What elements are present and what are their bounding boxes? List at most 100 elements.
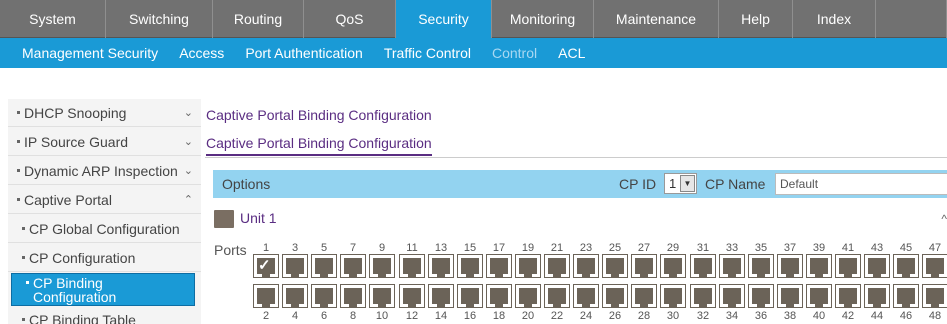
- ethernet-port-icon: [810, 288, 828, 308]
- port-34[interactable]: [719, 284, 745, 308]
- sidebar-item-cp-binding-configuration[interactable]: CP Binding Configuration: [11, 273, 195, 306]
- sidebar-item-dynamic-arp-inspection[interactable]: Dynamic ARP Inspection ⌄: [8, 157, 201, 185]
- port-48[interactable]: [922, 284, 947, 308]
- port-20[interactable]: [515, 284, 541, 308]
- port-23[interactable]: [573, 254, 599, 278]
- ethernet-port-icon: [373, 288, 391, 308]
- section-tab[interactable]: Captive Portal Binding Configuration: [206, 135, 432, 156]
- top-tab-monitoring[interactable]: Monitoring: [492, 0, 594, 38]
- sidebar-item-cp-global-configuration[interactable]: CP Global Configuration: [8, 215, 201, 243]
- port-10[interactable]: [369, 284, 395, 308]
- sub-tab-port-authentication[interactable]: Port Authentication: [245, 45, 363, 61]
- chevron-up-icon[interactable]: ⌃: [184, 193, 193, 206]
- chevron-down-icon[interactable]: ⌄: [184, 135, 193, 148]
- port-25[interactable]: [602, 254, 628, 278]
- sidebar-item-dhcp-snooping[interactable]: DHCP Snooping ⌄: [8, 99, 201, 127]
- port-37[interactable]: [777, 254, 803, 278]
- port-24[interactable]: [573, 284, 599, 308]
- port-44[interactable]: [864, 284, 890, 308]
- port-6[interactable]: [311, 284, 337, 308]
- port-39[interactable]: [806, 254, 832, 278]
- port-42[interactable]: [835, 284, 861, 308]
- port-46[interactable]: [893, 284, 919, 308]
- sidebar-item-cp-configuration[interactable]: CP Configuration: [8, 244, 201, 272]
- sub-tab-acl[interactable]: ACL: [558, 45, 585, 61]
- port-number-label: 16: [463, 310, 477, 322]
- port-number-label: 30: [666, 310, 680, 322]
- port-31[interactable]: [690, 254, 716, 278]
- port-38[interactable]: [777, 284, 803, 308]
- top-tab-system[interactable]: System: [0, 0, 106, 38]
- unit-row[interactable]: Unit 1 ^: [213, 208, 947, 230]
- page-title: Captive Portal Binding Configuration: [206, 107, 432, 123]
- top-tab-qos[interactable]: QoS: [304, 0, 396, 38]
- top-tab-security[interactable]: Security: [396, 0, 492, 38]
- top-tab-maintenance[interactable]: Maintenance: [594, 0, 719, 38]
- port-29[interactable]: [660, 254, 686, 278]
- port-16[interactable]: [457, 284, 483, 308]
- port-number-label: 23: [579, 242, 593, 254]
- top-tab-routing[interactable]: Routing: [213, 0, 304, 38]
- cp-id-select[interactable]: 1 ▼: [664, 173, 697, 194]
- ethernet-port-icon: [344, 288, 362, 308]
- sub-tab-traffic-control[interactable]: Traffic Control: [384, 45, 471, 61]
- ethernet-port-icon: [519, 288, 537, 308]
- sidebar-item-ip-source-guard[interactable]: IP Source Guard ⌄: [8, 128, 201, 156]
- port-13[interactable]: [428, 254, 454, 278]
- port-40[interactable]: [806, 284, 832, 308]
- sidebar-item-cp-binding-table[interactable]: CP Binding Table: [8, 306, 201, 324]
- port-22[interactable]: [544, 284, 570, 308]
- port-19[interactable]: [515, 254, 541, 278]
- sub-tab-control[interactable]: Control: [492, 45, 537, 61]
- port-45[interactable]: [893, 254, 919, 278]
- cp-name-field[interactable]: [775, 173, 947, 195]
- port-8[interactable]: [340, 284, 366, 308]
- port-2[interactable]: [253, 284, 279, 308]
- port-number-label: 37: [783, 242, 797, 254]
- port-27[interactable]: [631, 254, 657, 278]
- chevron-down-icon[interactable]: ⌄: [184, 106, 193, 119]
- sub-tab-access[interactable]: Access: [179, 45, 224, 61]
- sub-nav: Management Security Access Port Authentica…: [0, 38, 947, 68]
- port-7[interactable]: [340, 254, 366, 278]
- sub-tab-management-security[interactable]: Management Security: [22, 45, 158, 61]
- port-41[interactable]: [835, 254, 861, 278]
- port-28[interactable]: [631, 284, 657, 308]
- ethernet-port-icon: [723, 258, 741, 278]
- port-36[interactable]: [748, 284, 774, 308]
- collapse-icon[interactable]: ^: [941, 212, 947, 226]
- port-32[interactable]: [690, 284, 716, 308]
- port-15[interactable]: [457, 254, 483, 278]
- ethernet-port-icon: [781, 288, 799, 308]
- top-tab-index[interactable]: Index: [793, 0, 876, 38]
- port-21[interactable]: [544, 254, 570, 278]
- port-4[interactable]: [282, 284, 308, 308]
- port-26[interactable]: [602, 284, 628, 308]
- port-9[interactable]: [369, 254, 395, 278]
- cp-id-value: 1: [669, 176, 677, 191]
- port-12[interactable]: [399, 284, 425, 308]
- port-18[interactable]: [486, 284, 512, 308]
- options-bar: Options CP ID 1 ▼ CP Name: [213, 170, 947, 198]
- port-17[interactable]: [486, 254, 512, 278]
- port-30[interactable]: [660, 284, 686, 308]
- port-number-label: 25: [608, 242, 622, 254]
- port-33[interactable]: [719, 254, 745, 278]
- ethernet-port-icon: [490, 258, 508, 278]
- chevron-down-icon[interactable]: ⌄: [184, 164, 193, 177]
- port-5[interactable]: [311, 254, 337, 278]
- port-47[interactable]: [922, 254, 947, 278]
- sidebar-item-captive-portal[interactable]: Captive Portal ⌃: [8, 186, 201, 214]
- top-nav: System Switching Routing QoS Security Monitor…: [0, 0, 947, 38]
- port-35[interactable]: [748, 254, 774, 278]
- port-11[interactable]: [399, 254, 425, 278]
- port-43[interactable]: [864, 254, 890, 278]
- port-1[interactable]: ✓: [253, 254, 279, 278]
- dropdown-arrow-icon[interactable]: ▼: [680, 175, 695, 192]
- port-14[interactable]: [428, 284, 454, 308]
- ethernet-port-icon: [461, 288, 479, 308]
- ethernet-port-icon: [694, 288, 712, 308]
- top-tab-help[interactable]: Help: [719, 0, 793, 38]
- top-tab-switching[interactable]: Switching: [106, 0, 213, 38]
- port-3[interactable]: [282, 254, 308, 278]
